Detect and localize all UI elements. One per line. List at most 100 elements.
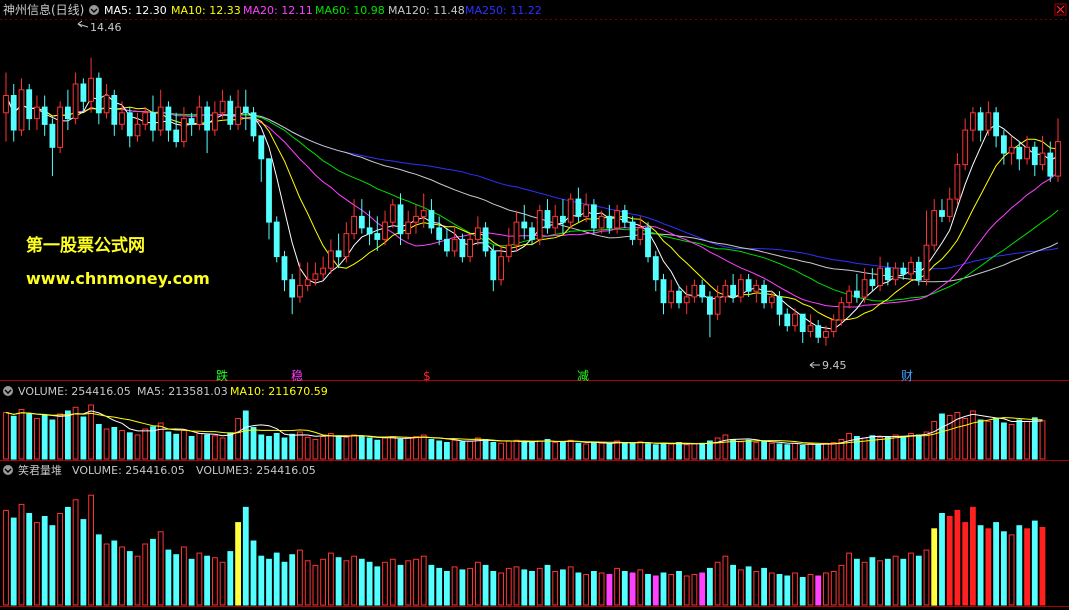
candle-body bbox=[923, 244, 930, 281]
candle-body bbox=[761, 284, 768, 304]
volume-bar bbox=[884, 436, 891, 460]
indicator-bar bbox=[103, 543, 110, 606]
indicator-bar bbox=[838, 564, 845, 606]
indicator-bar bbox=[761, 567, 768, 606]
indicator-bar bbox=[328, 552, 334, 606]
indicator-bar bbox=[931, 528, 938, 606]
ma120-label: MA120: 11.48 bbox=[388, 4, 465, 17]
volume-bar bbox=[297, 431, 303, 460]
volume-bar bbox=[529, 442, 535, 460]
candle-body bbox=[142, 112, 149, 125]
candle-body bbox=[985, 112, 992, 131]
indicator-bar bbox=[567, 566, 574, 606]
indicator-toggle-icon[interactable] bbox=[3, 465, 13, 475]
candle-body bbox=[490, 250, 497, 281]
candle-body bbox=[1039, 152, 1046, 166]
candle-body bbox=[529, 227, 535, 240]
indicator-bar bbox=[792, 572, 798, 606]
candle-body bbox=[652, 256, 659, 281]
volume-bar bbox=[1016, 419, 1023, 460]
volume-bar bbox=[41, 415, 48, 460]
indicator-bar bbox=[830, 571, 837, 606]
indicator-bar bbox=[521, 569, 528, 606]
indicator-bar bbox=[668, 574, 675, 606]
indicator-bar bbox=[908, 552, 914, 606]
volume-bar bbox=[768, 442, 775, 460]
volume-bar bbox=[993, 418, 1000, 460]
stock-name[interactable]: 神州信息(日线) bbox=[3, 2, 84, 17]
volume-bar bbox=[946, 415, 953, 460]
volume-bar bbox=[3, 412, 9, 460]
candle-body bbox=[614, 210, 621, 229]
volume-bar bbox=[1008, 424, 1015, 460]
candle-body bbox=[1047, 152, 1054, 177]
candle-body bbox=[196, 106, 203, 125]
indicator-bar bbox=[799, 577, 806, 606]
indicator-bar bbox=[196, 552, 203, 606]
volume-bar bbox=[420, 434, 427, 460]
indicator-bar bbox=[1008, 534, 1015, 606]
volume-bar bbox=[823, 442, 829, 460]
candle-body bbox=[72, 83, 79, 119]
candle-body bbox=[88, 77, 94, 102]
candle-body bbox=[846, 290, 853, 304]
volume-bar bbox=[730, 439, 737, 460]
indicator-bar bbox=[65, 506, 71, 606]
indicator-bar bbox=[173, 554, 180, 606]
volume-bar bbox=[970, 410, 976, 460]
watermark-url[interactable]: www.chnmoney.com bbox=[26, 269, 210, 288]
candle-body bbox=[227, 100, 234, 125]
indicator-bar bbox=[304, 560, 311, 606]
candle-body bbox=[583, 204, 590, 217]
indicator-bar bbox=[652, 575, 659, 606]
volume-bar bbox=[405, 436, 412, 460]
volume-bar bbox=[761, 440, 768, 460]
candle-body bbox=[358, 215, 365, 229]
indicator-bar bbox=[892, 555, 899, 606]
volume-bar bbox=[444, 442, 450, 460]
candle-body bbox=[838, 302, 845, 321]
candle bbox=[57, 101, 64, 154]
indicator-bar bbox=[366, 561, 373, 606]
indicator-bar bbox=[428, 564, 435, 606]
indicator-bar bbox=[1024, 528, 1030, 606]
stock-chart[interactable]: 神州信息(日线) MA5: 12.30 MA10: 12.33 MA20: 12… bbox=[0, 0, 1069, 610]
indicator-bar bbox=[49, 525, 56, 606]
indicator-bar bbox=[382, 561, 388, 606]
volume-bar bbox=[799, 445, 806, 460]
indicator-bar bbox=[985, 528, 992, 606]
indicator-bar bbox=[41, 516, 48, 606]
candle-body bbox=[730, 284, 737, 298]
volume-bar bbox=[165, 431, 172, 460]
indicator-bar bbox=[343, 560, 350, 606]
candle-body bbox=[103, 95, 110, 114]
indicator-bar bbox=[560, 569, 566, 606]
candle-body bbox=[304, 279, 311, 287]
indicator-bar bbox=[676, 571, 682, 606]
volume-bar bbox=[273, 433, 280, 460]
candle-body bbox=[567, 198, 574, 223]
marker-jian: 减 bbox=[577, 369, 589, 383]
candle-body bbox=[459, 238, 466, 258]
indicator-bar bbox=[583, 574, 590, 606]
volume-bar bbox=[428, 439, 435, 460]
candle-body bbox=[250, 112, 257, 137]
volume-toggle-icon[interactable] bbox=[3, 386, 13, 396]
volume-bar bbox=[95, 424, 102, 460]
indicator-bar bbox=[111, 540, 118, 606]
candle-body bbox=[389, 204, 396, 223]
volume-bar bbox=[413, 436, 419, 460]
candle-body bbox=[970, 112, 976, 131]
volume-bar bbox=[490, 442, 497, 460]
candle-body bbox=[266, 158, 272, 223]
candle-body bbox=[591, 204, 597, 229]
candle-body bbox=[444, 238, 450, 252]
indicator-bar bbox=[358, 558, 365, 606]
volume-bar bbox=[281, 437, 288, 460]
volume-bar bbox=[815, 444, 822, 460]
indicator-bar bbox=[768, 572, 775, 606]
collapse-toggle-icon[interactable] bbox=[89, 5, 99, 15]
candle-body bbox=[328, 250, 334, 269]
candle-body bbox=[150, 112, 156, 131]
volume-bar bbox=[1001, 422, 1007, 460]
